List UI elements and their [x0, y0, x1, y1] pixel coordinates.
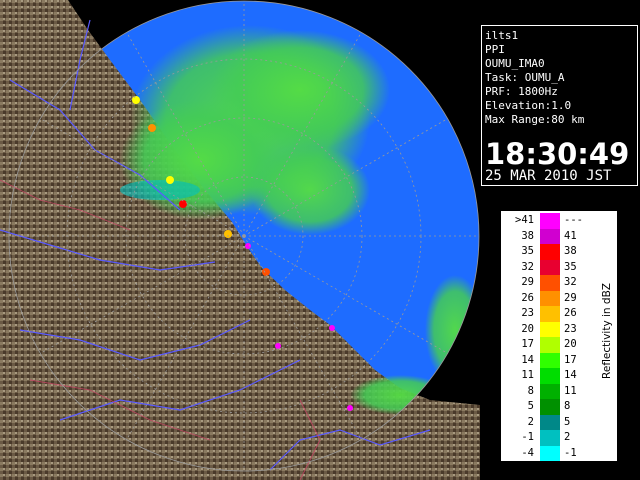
legend-lower-bound: 14 [521, 353, 534, 366]
legend-lower-bound: 26 [521, 291, 534, 304]
legend-upper-bound: 5 [564, 415, 571, 428]
site-name: ilts1 [485, 29, 519, 42]
legend-color-swatch [540, 383, 560, 399]
legend-row: 14 17 [501, 352, 617, 368]
legend-color-swatch [540, 337, 560, 353]
legend-upper-bound: 14 [564, 369, 577, 381]
scan-time: 18:30:49 [485, 137, 630, 171]
legend-lower-bound: 32 [521, 260, 534, 273]
legend-axis-label: Reflectivity in dBZ [601, 283, 613, 379]
scan-date: 25 MAR 2010 JST [485, 168, 612, 184]
legend-row: -4 -1 [501, 445, 617, 461]
legend-color-swatch [540, 259, 560, 275]
legend-row: 17 20 [501, 337, 617, 353]
legend-lower-bound: 5 [527, 400, 534, 412]
legend-color-swatch [540, 352, 560, 368]
legend-upper-bound: 35 [564, 260, 577, 273]
legend-row: 26 29 [501, 290, 617, 306]
reflectivity-legend: >41 --- 38 41 35 38 32 35 29 32 26 29 23 26 20 23 17 20 14… [500, 210, 618, 462]
product-type: PPI [485, 43, 505, 56]
legend-row: 25 [501, 414, 617, 430]
legend-lower-bound: 8 [527, 384, 534, 397]
legend-color-swatch [540, 306, 560, 322]
legend-lower-bound: 17 [521, 338, 534, 350]
legend-lower-bound: -4 [521, 446, 534, 459]
legend-upper-bound: 26 [564, 307, 577, 319]
legend-color-swatch [540, 290, 560, 306]
legend-upper-bound: 23 [564, 322, 577, 335]
legend-row: >41 --- [501, 213, 617, 229]
legend-lower-bound: 20 [521, 322, 534, 335]
station-id: OUMU_IMA0 [485, 57, 545, 70]
prf-value: PRF: 1800Hz [485, 85, 558, 98]
legend-upper-bound: 32 [564, 276, 577, 288]
task-name: Task: OUMU_A [485, 71, 565, 84]
legend-upper-bound: --- [564, 214, 583, 226]
legend-upper-bound: 41 [564, 229, 577, 242]
legend-color-swatch [540, 213, 560, 229]
legend-row: 58 [501, 399, 617, 415]
legend-color-swatch [540, 430, 560, 446]
legend-color-swatch [540, 368, 560, 384]
legend-lower-bound: 11 [521, 369, 534, 381]
legend-lower-bound: 29 [521, 276, 534, 288]
legend-color-swatch [540, 228, 560, 244]
legend-row: 35 38 [501, 244, 617, 260]
legend-row: 20 23 [501, 321, 617, 337]
legend-lower-bound: 2 [527, 415, 534, 428]
legend-upper-bound: 8 [564, 400, 571, 412]
legend-color-swatch [540, 244, 560, 260]
legend-row: 11 14 [501, 368, 617, 384]
legend-upper-bound: 38 [564, 245, 577, 257]
legend-lower-bound: 38 [521, 229, 534, 242]
radar-info-panel: ilts1 PPI OUMU_IMA0 Task: OUMU_A PRF: 18… [481, 25, 638, 186]
legend-row: 38 41 [501, 228, 617, 244]
legend-color-swatch [540, 321, 560, 337]
legend-color-swatch [540, 445, 560, 461]
legend-color-swatch [540, 399, 560, 415]
elevation-value: Elevation:1.0 [485, 99, 572, 112]
legend-upper-bound: 2 [564, 431, 571, 443]
legend-upper-bound: 29 [564, 291, 577, 304]
radar-display: ilts1 PPI OUMU_IMA0 Task: OUMU_A PRF: 18… [0, 0, 640, 480]
legend-upper-bound: -1 [564, 446, 577, 459]
legend-color-swatch [540, 275, 560, 291]
legend-row: 29 32 [501, 275, 617, 291]
legend-row: 32 35 [501, 259, 617, 275]
legend-row: 23 26 [501, 306, 617, 322]
legend-row: 8 11 [501, 383, 617, 399]
legend-rows: >41 --- 38 41 35 38 32 35 29 32 26 29 23 26 20 23 17 20 14… [501, 213, 617, 461]
legend-lower-bound: 23 [521, 307, 534, 319]
legend-upper-bound: 11 [564, 384, 577, 397]
legend-upper-bound: 20 [564, 338, 577, 350]
legend-lower-bound: >41 [515, 214, 534, 226]
max-range-value: Max Range:80 km [485, 113, 585, 126]
legend-lower-bound: 35 [521, 245, 534, 257]
legend-upper-bound: 17 [564, 353, 577, 366]
radar-ppi-map [0, 0, 480, 480]
legend-row: -1 2 [501, 430, 617, 446]
legend-lower-bound: -1 [521, 431, 534, 443]
legend-color-swatch [540, 414, 560, 430]
